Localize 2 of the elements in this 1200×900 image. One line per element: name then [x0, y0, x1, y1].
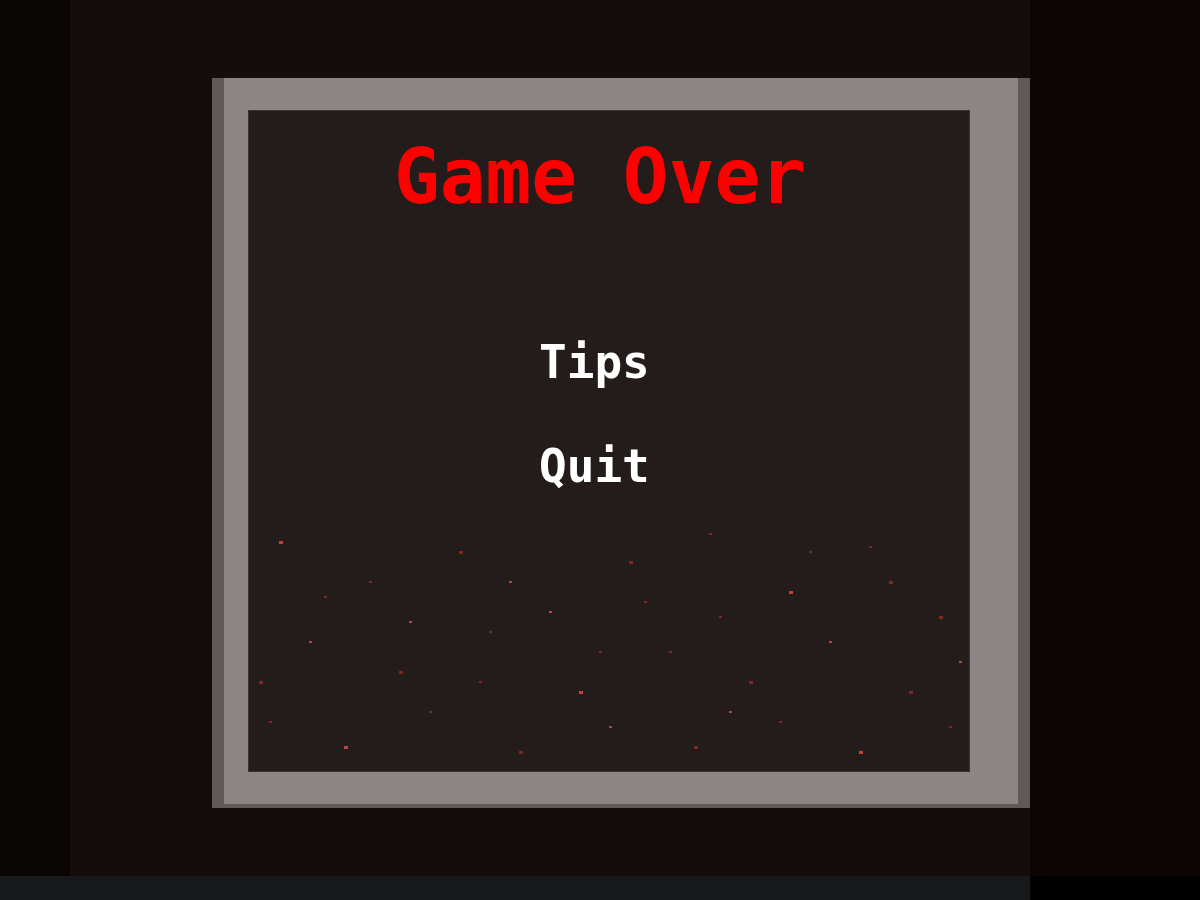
menu-option[interactable]: Quit — [539, 443, 650, 489]
game-over-title: Game Over — [394, 139, 806, 215]
